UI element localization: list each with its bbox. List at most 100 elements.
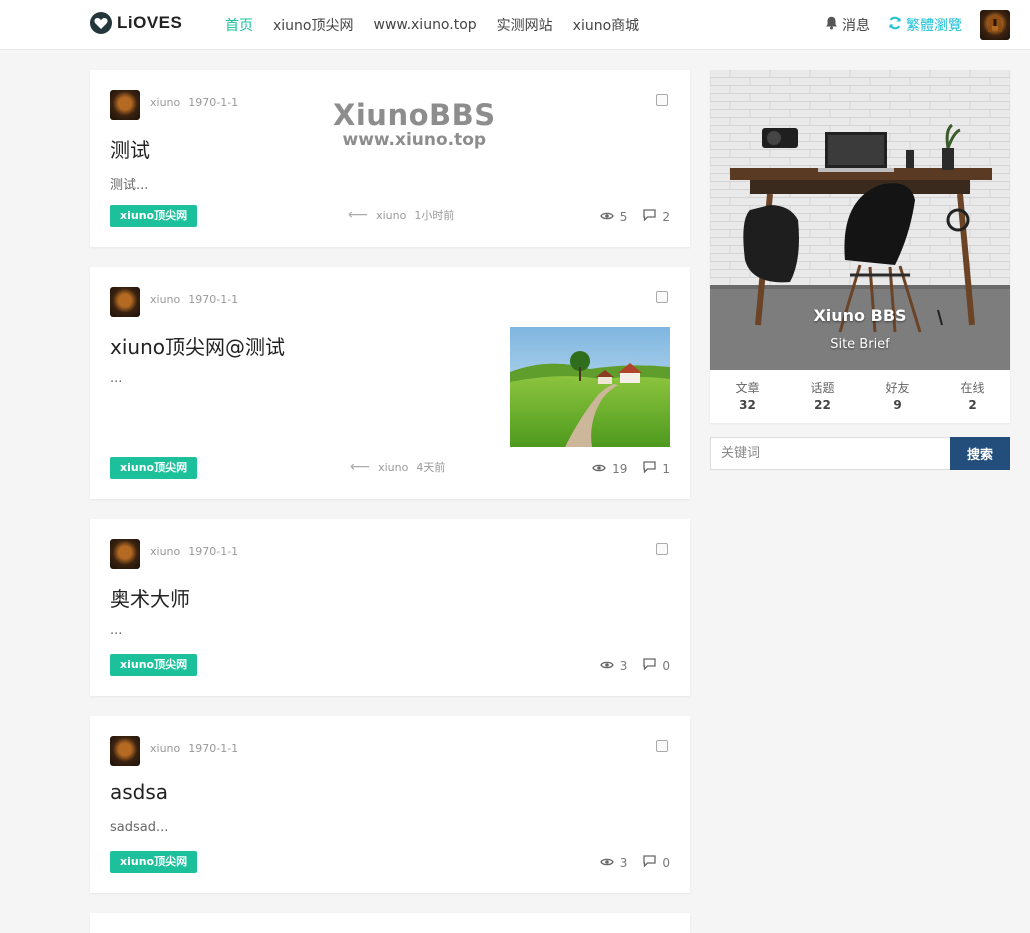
left-arrow-icon: ⟵ [350,459,371,475]
thread-excerpt: 测试... [110,178,149,193]
stat-friends: 好友 9 [860,379,935,412]
stat-label: 文章 [735,381,760,395]
thread-select-checkbox[interactable] [656,94,668,106]
last-reply-user[interactable]: xiuno [378,461,408,474]
site-stats: 文章 32 话题 22 好友 9 在线 2 [710,379,1010,412]
reply-count: 2 [662,209,670,224]
refresh-icon [888,16,902,34]
thread-card[interactable]: xiuno 1970-1-1 奥术大师 ... xiuno顶尖网 3 0 [90,519,690,696]
nav-home[interactable]: 首页 [225,15,253,35]
thread-card[interactable]: xiuno 1970-1-1 asdsa sadsad... xiuno顶尖网 3… [90,716,690,893]
search-form: 搜索 [710,437,1010,470]
bell-icon [825,16,838,34]
stat-value: 2 [968,398,977,412]
eye-icon [599,856,614,870]
last-reply-user[interactable]: xiuno [376,209,406,222]
thread-card[interactable]: xiuno 1970-1-1 xiuno顶尖网@测试 ... xiuno顶尖网 ⟵… [90,267,690,499]
view-count: 5 [619,209,628,224]
nav-test-site[interactable]: 实测网站 [497,15,553,35]
messages-link[interactable]: 消息 [825,15,870,35]
forum-tag[interactable]: xiuno顶尖网 [110,851,198,873]
thread-title[interactable]: 奥术大师 [110,583,190,612]
author-name[interactable]: xiuno [150,545,180,558]
search-button[interactable]: 搜索 [950,437,1010,470]
author-name[interactable]: xiuno [150,742,180,755]
eye-icon [599,210,614,224]
heart-logo-icon [90,12,112,34]
thread-excerpt: sadsad... [110,820,169,835]
traditional-chinese-toggle[interactable]: 繁體瀏覽 [888,15,962,35]
site-brief: Site Brief [830,337,890,352]
watermark-line1: XiunoBBS [333,98,496,132]
forum-tag[interactable]: xiuno顶尖网 [110,205,198,227]
stat-articles: 文章 32 [710,379,785,412]
last-reply-info: ⟵ xiuno 1小时前 [348,207,454,223]
last-reply-info: ⟵ xiuno 4天前 [350,459,445,475]
site-info-card: Xiuno BBS Site Brief 文章 32 话题 22 好友 9 在线 2 [710,70,1010,423]
eye-icon [592,462,606,476]
nav-xiuno-store[interactable]: xiuno商城 [573,15,640,35]
nav-xiuno-top-site[interactable]: xiuno顶尖网 [273,15,354,35]
stat-label: 话题 [810,381,835,395]
view-count: 19 [612,461,628,476]
messages-label: 消息 [842,18,870,34]
stat-value: 9 [893,398,902,412]
thread-title[interactable]: asdsa [110,780,168,804]
thread-stats: 3 0 [599,658,670,673]
author-avatar[interactable] [110,90,140,120]
watermark: XiunoBBS www.xiuno.top [333,98,496,150]
post-date: 1970-1-1 [188,742,239,755]
thread-select-checkbox[interactable] [656,543,668,555]
thread-card[interactable]: xiuno 1970-1-1 XiunoBBS www.xiuno.top 测试 … [90,70,690,247]
view-count: 3 [619,855,628,870]
top-navbar: LiOVES 首页 xiuno顶尖网 www.xiuno.top 实测网站 xi… [0,0,1030,50]
nav-www-xiuno-top[interactable]: www.xiuno.top [374,17,477,33]
reply-count: 0 [662,855,670,870]
stat-label: 在线 [960,381,985,395]
logo-text: LiOVES [117,13,183,32]
search-input[interactable] [710,437,950,470]
forum-tag[interactable]: xiuno顶尖网 [110,654,198,676]
stat-label: 好友 [885,381,910,395]
author-avatar[interactable] [110,539,140,569]
author-name[interactable]: xiuno [150,96,180,109]
left-arrow-icon: ⟵ [348,207,369,223]
comment-icon [643,209,657,224]
author-name[interactable]: xiuno [150,293,180,306]
thread-thumbnail[interactable] [510,327,670,447]
last-reply-time: 4天前 [416,461,446,474]
thread-excerpt: ... [110,371,123,386]
thread-stats: 5 2 [599,209,670,224]
reply-count: 1 [662,461,670,476]
forum-tag[interactable]: xiuno顶尖网 [110,457,198,479]
traditional-chinese-label: 繁體瀏覽 [906,18,962,34]
comment-icon [643,461,657,476]
author-avatar[interactable] [110,287,140,317]
thread-excerpt: ... [110,623,123,638]
user-avatar[interactable] [980,10,1010,40]
view-count: 3 [619,658,628,673]
post-date: 1970-1-1 [188,293,239,306]
watermark-line2: www.xiuno.top [342,130,487,150]
thread-title[interactable]: xiuno顶尖网@测试 [110,331,285,360]
thread-select-checkbox[interactable] [656,291,668,303]
thread-select-checkbox[interactable] [656,740,668,752]
stat-value: 22 [814,398,831,412]
last-reply-time: 1小时前 [414,209,455,222]
thread-card[interactable] [90,913,690,933]
thread-title[interactable]: 测试 [110,134,150,163]
reply-count: 0 [662,658,670,673]
site-logo[interactable]: LiOVES [90,12,182,34]
stat-online: 在线 2 [935,379,1010,412]
main-nav: 首页 xiuno顶尖网 www.xiuno.top 实测网站 xiuno商城 [225,0,639,50]
eye-icon [599,659,614,673]
comment-icon [643,658,657,673]
thread-stats: 3 0 [599,855,670,870]
author-avatar[interactable] [110,736,140,766]
site-banner-image [710,70,1010,370]
site-name: Xiuno BBS [813,306,907,325]
post-date: 1970-1-1 [188,545,239,558]
stat-value: 32 [739,398,756,412]
comment-icon [643,855,657,870]
stat-topics: 话题 22 [785,379,860,412]
